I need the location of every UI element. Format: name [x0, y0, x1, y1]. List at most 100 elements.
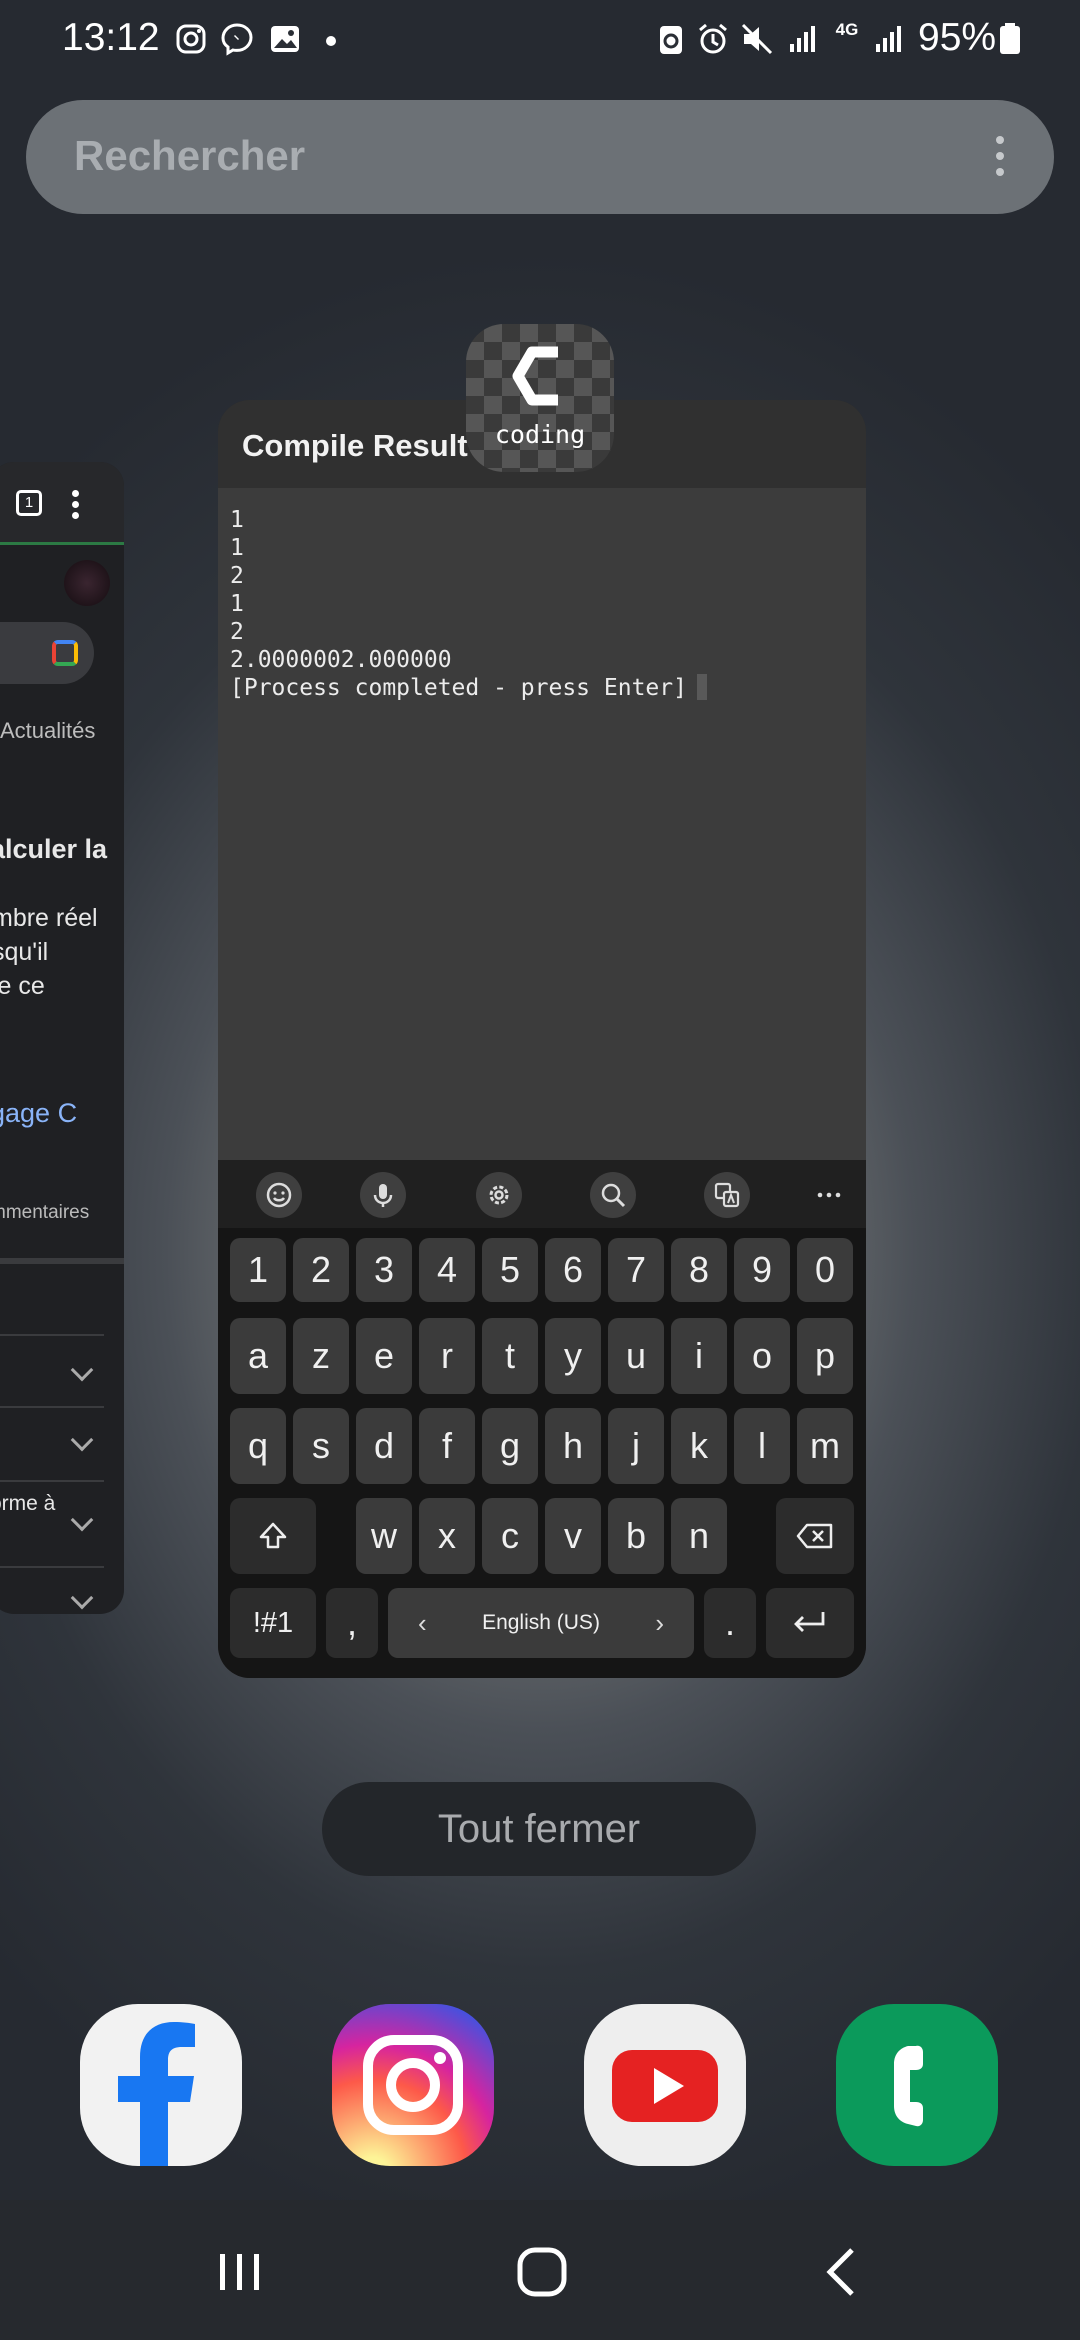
status-bar: 13:12 4G 95% [0, 0, 1080, 80]
search-placeholder: Rechercher [74, 132, 306, 179]
backspace-key[interactable] [776, 1498, 854, 1574]
key-1[interactable]: 1 [230, 1238, 286, 1302]
list-divider [0, 1406, 104, 1408]
home-icon[interactable] [512, 2242, 572, 2302]
result-heading[interactable]: alculer la [0, 834, 107, 865]
emoji-icon[interactable] [256, 1172, 302, 1218]
4g-icon: 4G [835, 20, 859, 39]
microphone-icon[interactable] [360, 1172, 406, 1218]
enter-key[interactable] [766, 1588, 854, 1658]
settings-icon[interactable] [476, 1172, 522, 1218]
list-divider [0, 1334, 104, 1336]
chevron-down-icon[interactable] [70, 1586, 94, 1610]
key-u[interactable]: u [608, 1318, 664, 1394]
phone-icon[interactable] [836, 2004, 998, 2166]
key-0[interactable]: 0 [797, 1238, 853, 1302]
key-s[interactable]: s [293, 1408, 349, 1484]
chevron-left-icon[interactable]: ‹ [418, 1608, 427, 1639]
chevron-down-icon[interactable] [70, 1508, 94, 1532]
tab-count-button[interactable]: 1 [16, 490, 42, 516]
key-a[interactable]: a [230, 1318, 286, 1394]
key-3[interactable]: 3 [356, 1238, 412, 1302]
browser-search-field[interactable] [0, 622, 94, 684]
key-4[interactable]: 4 [419, 1238, 475, 1302]
snippet-line: squ'il [0, 938, 49, 966]
back-icon[interactable] [812, 2242, 872, 2302]
recents-icon[interactable] [210, 2242, 270, 2302]
recent-app-card-browser[interactable]: 1 Actualités alculer la mbre réel squ'il… [0, 462, 124, 1614]
chevron-down-icon[interactable] [70, 1358, 94, 1382]
snippet-line: mbre réel [0, 904, 98, 932]
youtube-icon[interactable] [584, 2004, 746, 2166]
lens-icon[interactable] [52, 640, 78, 666]
battery-percent: 95% [918, 16, 997, 59]
clock: 13:12 [62, 16, 160, 59]
comma-key[interactable]: , [326, 1588, 378, 1658]
snippet-line: le ce [0, 972, 45, 1000]
key-t[interactable]: t [482, 1318, 538, 1394]
key-w[interactable]: w [356, 1498, 412, 1574]
key-z[interactable]: z [293, 1318, 349, 1394]
list-divider [0, 1480, 104, 1482]
symbols-key[interactable]: !#1 [230, 1588, 316, 1658]
more-icon[interactable] [806, 1172, 852, 1218]
key-m[interactable]: m [797, 1408, 853, 1484]
coding-app-icon[interactable]: coding [466, 324, 614, 472]
key-b[interactable]: b [608, 1498, 664, 1574]
close-all-button[interactable]: Tout fermer [322, 1782, 756, 1876]
key-q[interactable]: q [230, 1408, 286, 1484]
mute-icon [740, 22, 774, 56]
search-icon[interactable] [590, 1172, 636, 1218]
shift-key[interactable] [230, 1498, 316, 1574]
key-d[interactable]: d [356, 1408, 412, 1484]
comments-label[interactable]: mmentaires [0, 1202, 89, 1224]
key-p[interactable]: p [797, 1318, 853, 1394]
key-7[interactable]: 7 [608, 1238, 664, 1302]
space-language-label: English (US) [482, 1611, 600, 1634]
instagram-icon [174, 22, 208, 56]
signal-icon [786, 22, 820, 56]
key-2[interactable]: 2 [293, 1238, 349, 1302]
key-r[interactable]: r [419, 1318, 475, 1394]
key-i[interactable]: i [671, 1318, 727, 1394]
space-key[interactable]: ‹ English (US) › [388, 1588, 694, 1658]
terminal-line: 2 [230, 619, 244, 645]
key-8[interactable]: 8 [671, 1238, 727, 1302]
translate-icon[interactable] [704, 1172, 750, 1218]
terminal-output[interactable]: 1 1 2 1 2 2.0000002.000000 [Process completed … [218, 488, 866, 1160]
key-g[interactable]: g [482, 1408, 538, 1484]
more-options-icon[interactable] [994, 136, 1006, 180]
tab-actualites[interactable]: Actualités [0, 718, 95, 744]
key-6[interactable]: 6 [545, 1238, 601, 1302]
key-k[interactable]: k [671, 1408, 727, 1484]
key-y[interactable]: y [545, 1318, 601, 1394]
battery-saver-icon [654, 22, 688, 56]
facebook-icon[interactable] [80, 2004, 242, 2166]
recent-app-card-coding[interactable]: Compile Result 1 1 2 1 2 2.0000002.000000 [Pro… [218, 400, 866, 1678]
key-l[interactable]: l [734, 1408, 790, 1484]
period-key[interactable]: . [704, 1588, 756, 1658]
key-e[interactable]: e [356, 1318, 412, 1394]
key-v[interactable]: v [545, 1498, 601, 1574]
key-o[interactable]: o [734, 1318, 790, 1394]
chevron-down-icon[interactable] [70, 1428, 94, 1452]
search-bar[interactable]: Rechercher [26, 100, 1054, 214]
key-n[interactable]: n [671, 1498, 727, 1574]
chevron-right-icon[interactable]: › [655, 1608, 664, 1639]
list-item[interactable]: orme à [0, 1492, 55, 1516]
dot-icon [322, 22, 356, 56]
result-link[interactable]: gage C [0, 1098, 77, 1129]
key-h[interactable]: h [545, 1408, 601, 1484]
browser-menu-icon[interactable] [72, 490, 80, 519]
avatar[interactable] [64, 560, 110, 606]
key-x[interactable]: x [419, 1498, 475, 1574]
key-c[interactable]: c [482, 1498, 538, 1574]
instagram-icon[interactable] [332, 2004, 494, 2166]
key-f[interactable]: f [419, 1408, 475, 1484]
c-logo-icon [512, 346, 558, 406]
key-j[interactable]: j [608, 1408, 664, 1484]
key-9[interactable]: 9 [734, 1238, 790, 1302]
list-divider [0, 1566, 104, 1568]
key-5[interactable]: 5 [482, 1238, 538, 1302]
keyboard: 1 2 3 4 5 6 7 8 9 0 a z e r t y u i o p … [218, 1228, 866, 1678]
